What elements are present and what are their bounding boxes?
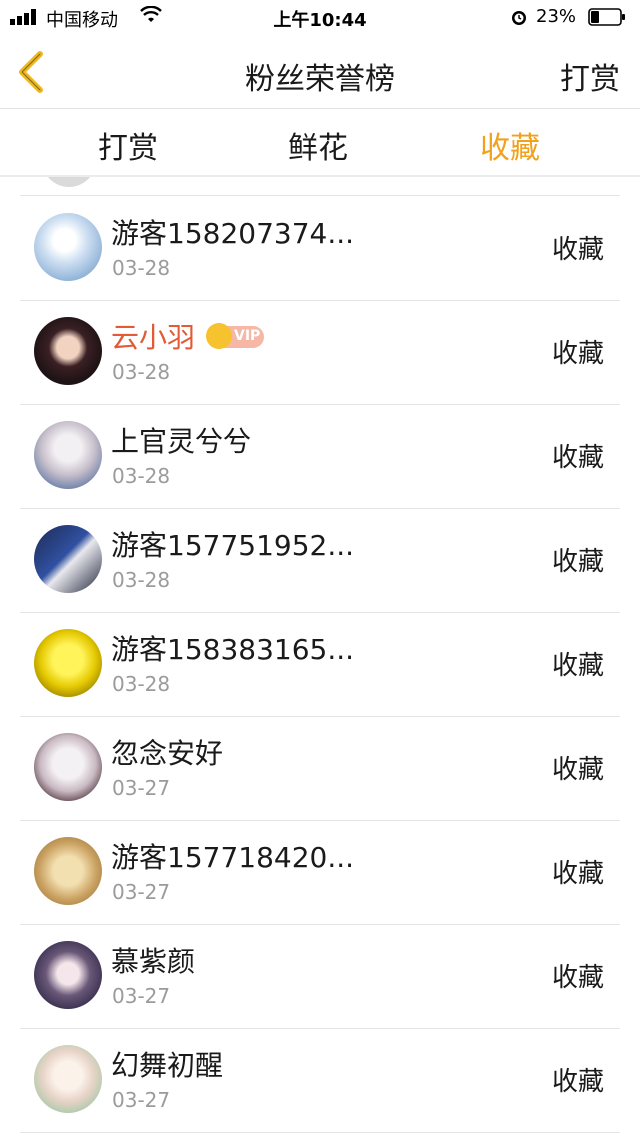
- action-label: 收藏: [551, 755, 604, 785]
- user-name: 游客157718420...: [111, 841, 355, 874]
- action-label: 收藏: [551, 859, 604, 889]
- list-item[interactable]: 忽念安好 03-27 收藏: [0, 716, 640, 820]
- list-item[interactable]: 游客158207374... 03-28 收藏: [0, 196, 640, 300]
- tab-flowers[interactable]: 鲜花: [248, 123, 388, 167]
- action-label: 收藏: [551, 235, 604, 265]
- list-item[interactable]: 幻舞初醒 03-27 收藏: [0, 1028, 640, 1132]
- date-label: 03-28: [112, 256, 171, 280]
- list-item[interactable]: 云小羽 VIP 03-28 收藏: [0, 300, 640, 404]
- avatar: [42, 177, 96, 187]
- action-label: 收藏: [551, 339, 604, 369]
- action-label: 收藏: [551, 651, 604, 681]
- battery-icon: [588, 8, 625, 26]
- tab-bar: 打赏 鲜花 收藏: [0, 109, 640, 175]
- user-name: 游客158383165...: [111, 633, 355, 666]
- user-name: 上官灵兮兮: [111, 425, 252, 458]
- list-item[interactable]: 上官灵兮兮 03-28 收藏: [0, 404, 640, 508]
- date-label: 03-27: [112, 880, 171, 904]
- status-bar: 中国移动 上午10:44 23%: [0, 0, 640, 36]
- avatar: [34, 213, 102, 281]
- avatar: [34, 1045, 102, 1113]
- crown-icon: [206, 323, 232, 349]
- avatar: [34, 525, 102, 593]
- date-label: 03-27: [112, 984, 171, 1008]
- date-label: 03-27: [112, 1088, 171, 1112]
- action-label: 收藏: [551, 1067, 604, 1097]
- date-label: 03-27: [112, 776, 171, 800]
- user-name: 游客158207374...: [111, 217, 355, 250]
- divider: [20, 1132, 620, 1133]
- list-item[interactable]: 慕紫颜 03-27 收藏: [0, 924, 640, 1028]
- date-label: 03-28: [112, 568, 171, 592]
- list-item[interactable]: 游客157751952... 03-28 收藏: [0, 508, 640, 612]
- nav-bar: 粉丝荣誉榜 打赏: [0, 36, 640, 108]
- user-name: 游客157751952...: [111, 529, 355, 562]
- date-label: 03-28: [112, 360, 171, 384]
- action-label: 收藏: [551, 547, 604, 577]
- avatar: [34, 837, 102, 905]
- action-label: 收藏: [551, 963, 604, 993]
- alarm-icon: [512, 11, 526, 25]
- avatar: [34, 941, 102, 1009]
- page-title: 粉丝荣誉榜: [245, 62, 395, 97]
- user-name: 忽念安好: [111, 737, 224, 770]
- list-item[interactable]: 游客158383165... 03-28 收藏: [0, 612, 640, 716]
- tab-favorites[interactable]: 收藏: [440, 123, 580, 167]
- list-item[interactable]: 游客157718420... 03-27 收藏: [0, 820, 640, 924]
- date-label: 03-28: [112, 672, 171, 696]
- tab-reward[interactable]: 打赏: [58, 123, 198, 167]
- date-label: 03-28: [112, 464, 171, 488]
- reward-button[interactable]: 打赏: [560, 54, 620, 98]
- avatar: [34, 317, 102, 385]
- avatar: [34, 421, 102, 489]
- battery-percent: 23%: [536, 6, 577, 27]
- user-name: 幻舞初醒: [111, 1049, 224, 1082]
- user-name: 慕紫颜: [111, 945, 196, 978]
- user-name: 云小羽: [111, 321, 196, 354]
- fan-list[interactable]: 游客158207374... 03-28 收藏 云小羽 VIP 03-28 收藏…: [0, 177, 640, 1139]
- action-label: 收藏: [551, 443, 604, 473]
- vip-badge: VIP: [206, 323, 264, 349]
- avatar: [34, 629, 102, 697]
- avatar: [34, 733, 102, 801]
